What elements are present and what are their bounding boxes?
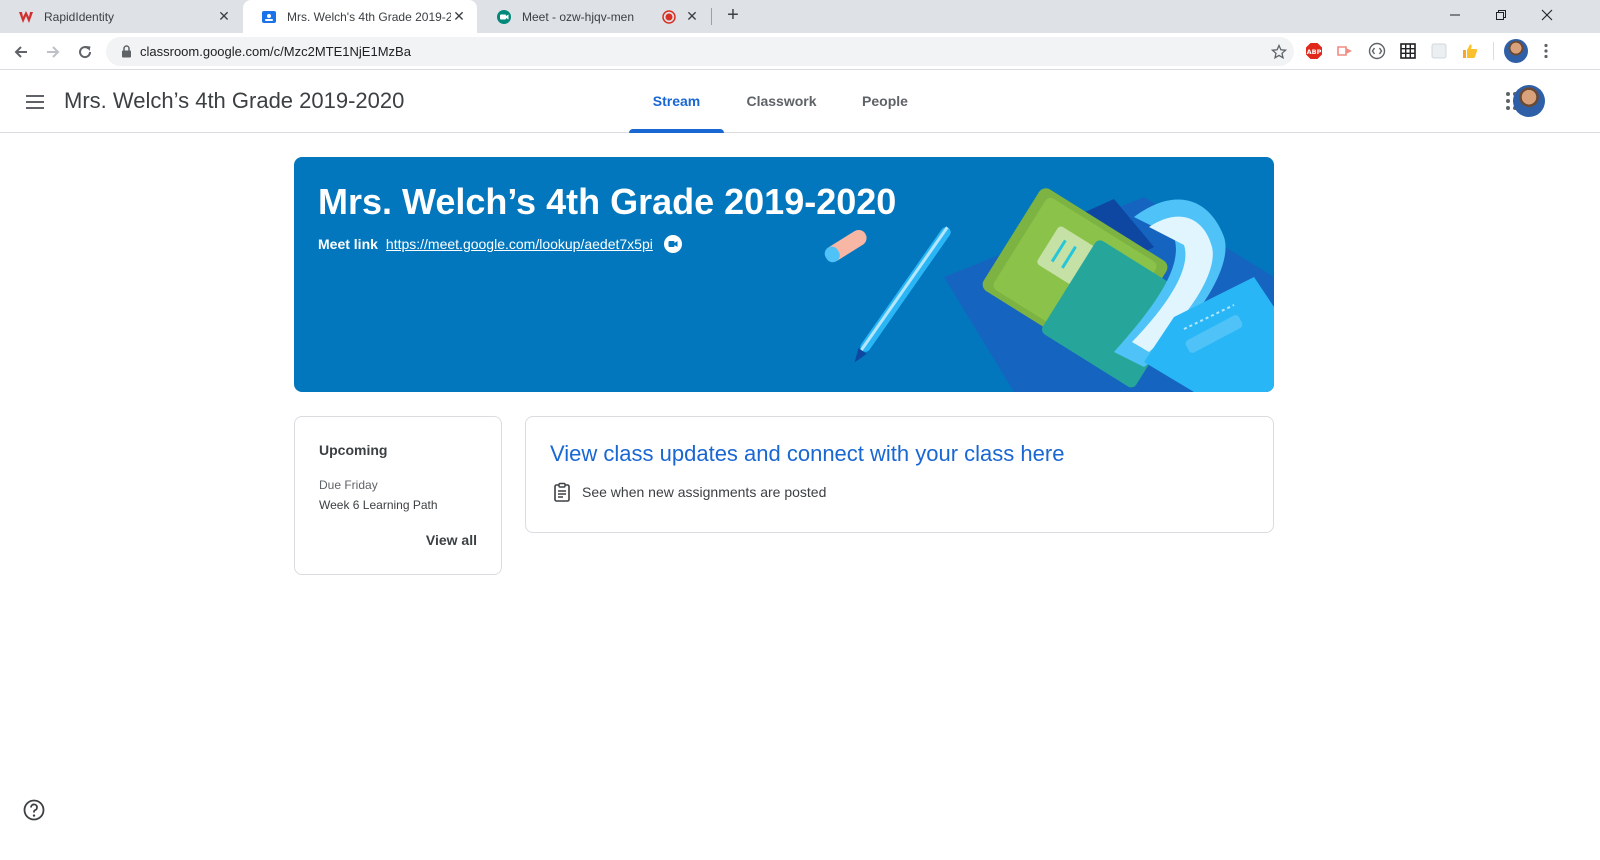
svg-text:ABP: ABP: [1307, 48, 1322, 56]
upcoming-card: Upcoming Due Friday Week 6 Learning Path…: [294, 416, 502, 575]
browser-profile-avatar[interactable]: [1504, 39, 1528, 63]
tab-people[interactable]: People: [849, 70, 921, 132]
close-tab-icon[interactable]: ✕: [216, 8, 232, 25]
banner-title: Mrs. Welch’s 4th Grade 2019-2020: [318, 181, 897, 222]
minimize-window-button[interactable]: [1432, 0, 1478, 30]
upcoming-heading: Upcoming: [319, 442, 388, 458]
meet-link-label: Meet link: [318, 236, 378, 252]
cast-extension-icon[interactable]: [1335, 41, 1355, 61]
tab-separator: [711, 8, 712, 25]
close-tab-icon[interactable]: ✕: [684, 8, 700, 25]
rapididentity-logo-icon: [19, 10, 33, 23]
new-tab-button[interactable]: +: [722, 5, 744, 27]
hamburger-menu-icon: [26, 95, 44, 109]
address-bar[interactable]: classroom.google.com/c/Mzc2MTE1NjE1MzBa: [106, 37, 1294, 66]
due-date-label: Due Friday: [319, 478, 378, 492]
tab-stream[interactable]: Stream: [629, 70, 724, 133]
arrow-left-icon: [14, 46, 27, 58]
forward-button[interactable]: [40, 39, 66, 65]
restore-window-button[interactable]: [1478, 0, 1524, 30]
back-button[interactable]: [8, 39, 34, 65]
browser-tab-classroom[interactable]: Mrs. Welch's 4th Grade 2019-2020 ✕: [243, 0, 477, 33]
classroom-icon: [262, 10, 276, 23]
tab-label: Classwork: [746, 93, 817, 109]
minimize-icon: [1450, 14, 1460, 16]
bookmark-star-icon[interactable]: [1264, 43, 1294, 60]
updates-hint-row: See when new assignments are posted: [550, 480, 826, 504]
updates-hint-text: See when new assignments are posted: [582, 484, 827, 500]
meet-icon: [497, 9, 511, 24]
address-url: classroom.google.com/c/Mzc2MTE1NjE1MzBa: [140, 44, 411, 59]
meet-link-url[interactable]: https://meet.google.com/lookup/aedet7x5p…: [386, 236, 653, 252]
browser-tab-meet[interactable]: Meet - ozw-hjqv-men ✕: [478, 0, 710, 33]
restore-icon: [1496, 10, 1506, 20]
close-tab-icon[interactable]: ✕: [451, 8, 467, 25]
tab-classwork[interactable]: Classwork: [734, 70, 829, 132]
browser-tab-bar: RapidIdentity ✕ Mrs. Welch's 4th Grade 2…: [0, 0, 1600, 33]
code-extension-icon[interactable]: [1367, 41, 1387, 61]
close-window-button[interactable]: [1524, 0, 1570, 30]
browser-toolbar: classroom.google.com/c/Mzc2MTE1NjE1MzBa …: [0, 33, 1600, 70]
toolbar-separator: [1493, 42, 1494, 60]
reload-button[interactable]: [72, 39, 98, 65]
classroom-header: Mrs. Welch’s 4th Grade 2019-2020 Stream …: [0, 70, 1600, 133]
tab-title: RapidIdentity: [44, 9, 115, 24]
help-button[interactable]: [22, 798, 46, 822]
class-updates-card: View class updates and connect with your…: [525, 416, 1274, 533]
help-icon: [23, 799, 45, 821]
tab-label: People: [862, 93, 908, 109]
browser-tab-rapididentity[interactable]: RapidIdentity ✕: [0, 0, 242, 33]
page-title[interactable]: Mrs. Welch’s 4th Grade 2019-2020: [64, 88, 404, 114]
thumbs-up-extension-icon[interactable]: [1460, 41, 1480, 61]
backpack-illustration: [824, 188, 1274, 392]
tab-title: Meet - ozw-hjqv-men: [522, 9, 635, 24]
upcoming-assignment-link[interactable]: Week 6 Learning Path: [319, 498, 438, 512]
adblock-icon[interactable]: ABP: [1304, 41, 1324, 61]
assignment-icon: [550, 480, 574, 504]
view-all-button[interactable]: View all: [426, 532, 477, 548]
browser-menu-icon[interactable]: [1536, 41, 1556, 61]
updates-headline: View class updates and connect with your…: [550, 441, 1065, 466]
blank-extension-icon[interactable]: [1429, 41, 1449, 61]
meet-video-icon[interactable]: [663, 234, 683, 254]
account-avatar[interactable]: [1513, 85, 1545, 117]
recording-icon: [662, 9, 676, 24]
meet-link-row: Meet link https://meet.google.com/lookup…: [318, 234, 683, 254]
class-banner: Mrs. Welch’s 4th Grade 2019-2020 Meet li…: [294, 157, 1274, 392]
tab-title: Mrs. Welch's 4th Grade 2019-2020: [287, 9, 451, 24]
main-menu-button[interactable]: [21, 88, 49, 116]
tab-label: Stream: [652, 93, 701, 109]
close-icon: [1541, 9, 1553, 21]
grid-extension-icon[interactable]: [1398, 41, 1418, 61]
arrow-right-icon: [47, 46, 60, 58]
lock-icon: [118, 44, 134, 60]
reload-icon: [79, 46, 92, 59]
